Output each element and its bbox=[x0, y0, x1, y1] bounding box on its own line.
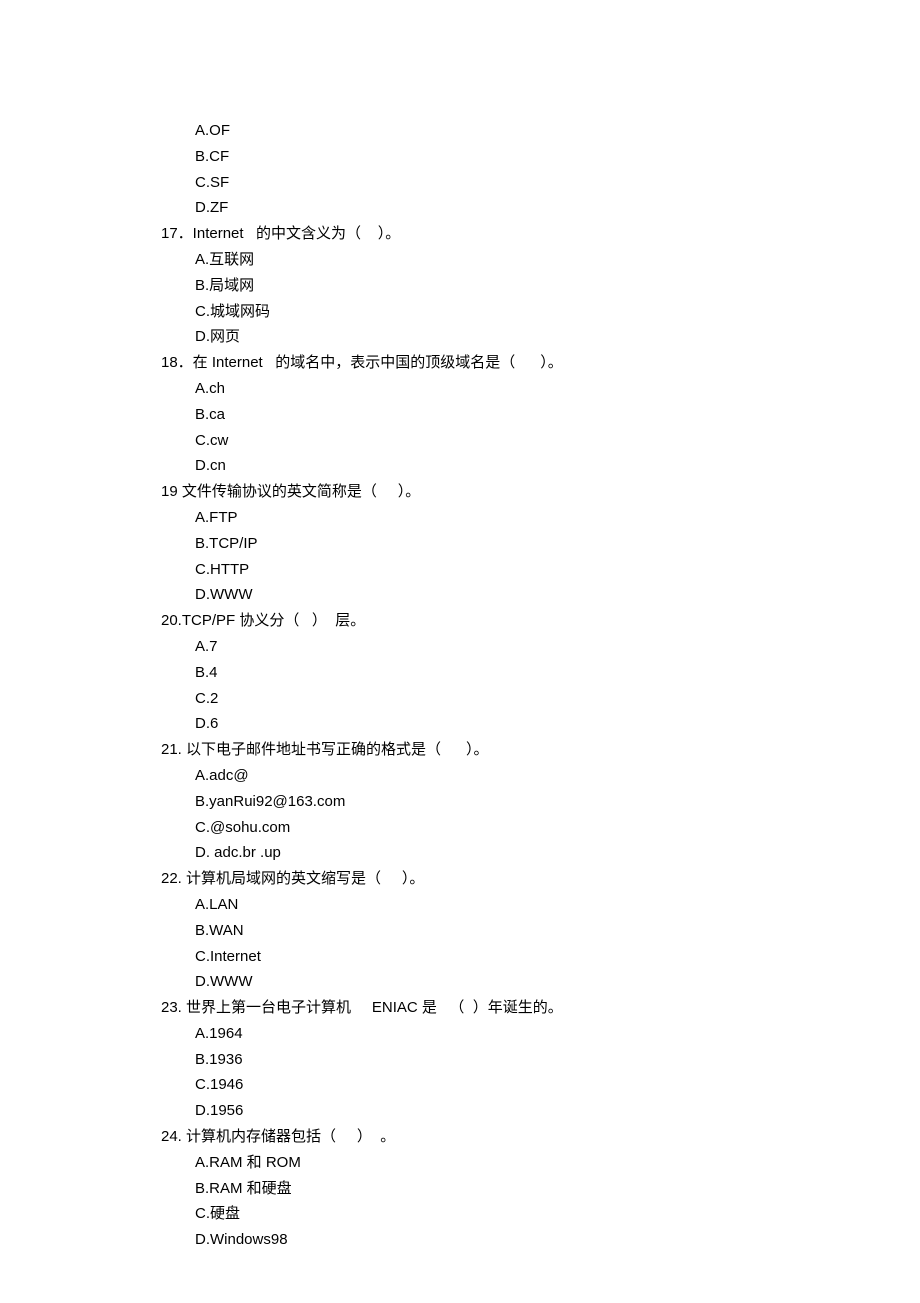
option-text: A.RAM 和 ROM bbox=[161, 1150, 920, 1176]
option-text: B.局域网 bbox=[161, 273, 920, 299]
question-text: 17．Internet 的中文含义为（ ）。 bbox=[161, 221, 920, 247]
option-text: C.SF bbox=[161, 170, 920, 196]
option-text: A.adc@ bbox=[161, 763, 920, 789]
option-text: D.Windows98 bbox=[161, 1227, 920, 1253]
option-text: A.1964 bbox=[161, 1021, 920, 1047]
option-text: A.FTP bbox=[161, 505, 920, 531]
option-text: D.ZF bbox=[161, 195, 920, 221]
document-content: A.OFB.CFC.SFD.ZF17．Internet 的中文含义为（ ）。A.… bbox=[161, 118, 920, 1253]
question-text: 18．在 Internet 的域名中，表示中国的顶级域名是（ ）。 bbox=[161, 350, 920, 376]
option-text: D.cn bbox=[161, 453, 920, 479]
option-text: D.网页 bbox=[161, 324, 920, 350]
option-text: C.HTTP bbox=[161, 557, 920, 583]
option-text: B.RAM 和硬盘 bbox=[161, 1176, 920, 1202]
option-text: A.7 bbox=[161, 634, 920, 660]
option-text: A.OF bbox=[161, 118, 920, 144]
option-text: B.CF bbox=[161, 144, 920, 170]
option-text: C.cw bbox=[161, 428, 920, 454]
option-text: D.WWW bbox=[161, 582, 920, 608]
option-text: A.ch bbox=[161, 376, 920, 402]
option-text: C.Internet bbox=[161, 944, 920, 970]
question-text: 23. 世界上第一台电子计算机 ENIAC 是 （ ）年诞生的。 bbox=[161, 995, 920, 1021]
question-text: 22. 计算机局域网的英文缩写是（ ）。 bbox=[161, 866, 920, 892]
option-text: C.2 bbox=[161, 686, 920, 712]
option-text: B.yanRui92@163.com bbox=[161, 789, 920, 815]
question-text: 20.TCP/PF 协义分（ ） 层。 bbox=[161, 608, 920, 634]
option-text: B.TCP/IP bbox=[161, 531, 920, 557]
option-text: B.ca bbox=[161, 402, 920, 428]
option-text: B.WAN bbox=[161, 918, 920, 944]
option-text: C.1946 bbox=[161, 1072, 920, 1098]
option-text: D.1956 bbox=[161, 1098, 920, 1124]
question-text: 19 文件传输协议的英文简称是（ ）。 bbox=[161, 479, 920, 505]
option-text: B.1936 bbox=[161, 1047, 920, 1073]
option-text: C.城域网码 bbox=[161, 299, 920, 325]
question-text: 24. 计算机内存储器包括（ ） 。 bbox=[161, 1124, 920, 1150]
option-text: D.WWW bbox=[161, 969, 920, 995]
question-text: 21. 以下电子邮件地址书写正确的格式是（ ）。 bbox=[161, 737, 920, 763]
option-text: C.硬盘 bbox=[161, 1201, 920, 1227]
option-text: A.LAN bbox=[161, 892, 920, 918]
option-text: D. adc.br .up bbox=[161, 840, 920, 866]
option-text: D.6 bbox=[161, 711, 920, 737]
option-text: A.互联网 bbox=[161, 247, 920, 273]
option-text: B.4 bbox=[161, 660, 920, 686]
option-text: C.@sohu.com bbox=[161, 815, 920, 841]
